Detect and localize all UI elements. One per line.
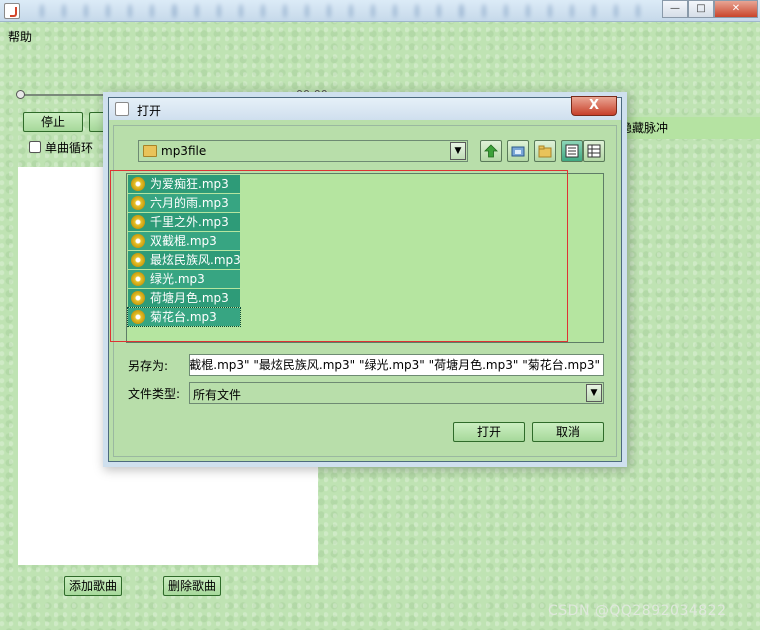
file-list[interactable]: 为爱痴狂.mp3 六月的雨.mp3 千里之外.mp3 双截棍.mp3 最炫民族风… [126, 173, 604, 343]
dialog-title: 打开 [137, 104, 162, 118]
save-as-field[interactable]: 双截棍.mp3" "最炫民族风.mp3" "绿光.mp3" "荷塘月色.mp3"… [189, 354, 604, 376]
chevron-down-icon[interactable]: ▼ [450, 142, 466, 160]
progress-slider-knob[interactable] [16, 90, 25, 99]
progress-slider-track[interactable] [20, 94, 284, 96]
directory-combo[interactable]: mp3file ▼ [138, 140, 468, 162]
watermark: CSDN @QQ2892034822 [548, 603, 727, 619]
new-folder-button[interactable] [534, 140, 556, 162]
list-item[interactable]: 绿光.mp3 [128, 270, 240, 288]
music-file-icon [131, 291, 145, 305]
stop-button[interactable]: 停止 [23, 112, 83, 132]
dialog-close-button[interactable]: X [571, 96, 617, 116]
music-file-icon [131, 310, 145, 324]
blurred-taskbar-icons [40, 4, 641, 18]
open-button[interactable]: 打开 [453, 422, 525, 442]
music-file-icon [131, 272, 145, 286]
home-icon [511, 146, 525, 157]
dialog-titlebar: 打开 X [109, 96, 621, 120]
list-item[interactable]: 最炫民族风.mp3 [128, 251, 241, 269]
list-item[interactable]: 为爱痴狂.mp3 [128, 175, 240, 193]
single-loop-label: 单曲循环 [45, 141, 94, 155]
music-file-icon [131, 215, 145, 229]
up-folder-button[interactable] [480, 140, 502, 162]
menu-help[interactable]: 帮助 [8, 28, 32, 45]
file-type-value: 所有文件 [193, 388, 242, 402]
details-view-button[interactable] [583, 140, 605, 162]
cancel-button[interactable]: 取消 [532, 422, 604, 442]
java-app-icon [4, 3, 20, 19]
delete-song-button[interactable]: 删除歌曲 [163, 576, 221, 596]
list-item[interactable]: 六月的雨.mp3 [128, 194, 240, 212]
list-item[interactable]: 荷塘月色.mp3 [128, 289, 240, 307]
file-type-combo[interactable]: 所有文件 ▼ [189, 382, 604, 404]
single-loop-checkbox[interactable] [29, 141, 41, 153]
save-as-label: 另存为: [128, 359, 169, 373]
list-item[interactable]: 双截棍.mp3 [128, 232, 240, 250]
home-button[interactable] [507, 140, 529, 162]
add-song-button[interactable]: 添加歌曲 [64, 576, 122, 596]
file-type-label: 文件类型: [128, 387, 181, 401]
music-file-icon [131, 234, 145, 248]
window-close-button[interactable]: ✕ [714, 0, 758, 18]
directory-name: mp3file [161, 144, 207, 158]
list-view-button[interactable] [561, 140, 583, 162]
save-as-value: 双截棍.mp3" "最炫民族风.mp3" "绿光.mp3" "荷塘月色.mp3"… [189, 358, 600, 372]
up-folder-icon [484, 144, 498, 158]
music-file-icon [131, 253, 145, 267]
list-item[interactable]: 千里之外.mp3 [128, 213, 240, 231]
new-folder-icon [538, 145, 552, 158]
list-item[interactable]: 菊花台.mp3 [127, 307, 241, 327]
restore-button[interactable]: □ [688, 0, 714, 18]
list-view-icon [565, 144, 579, 158]
app-titlebar: — □ ✕ [0, 0, 760, 22]
music-file-icon [131, 196, 145, 210]
open-dialog: 打开 X mp3file ▼ 为爱痴狂.mp3 六月的雨.mp3 千里之外.mp… [108, 96, 622, 462]
minimize-button[interactable]: — [662, 0, 688, 18]
java-app-icon [115, 102, 129, 116]
right-panel-label: 隐藏脉冲 [620, 121, 669, 135]
music-file-icon [131, 177, 145, 191]
chevron-down-icon[interactable]: ▼ [586, 384, 602, 402]
folder-icon [143, 145, 157, 157]
details-view-icon [587, 144, 601, 158]
